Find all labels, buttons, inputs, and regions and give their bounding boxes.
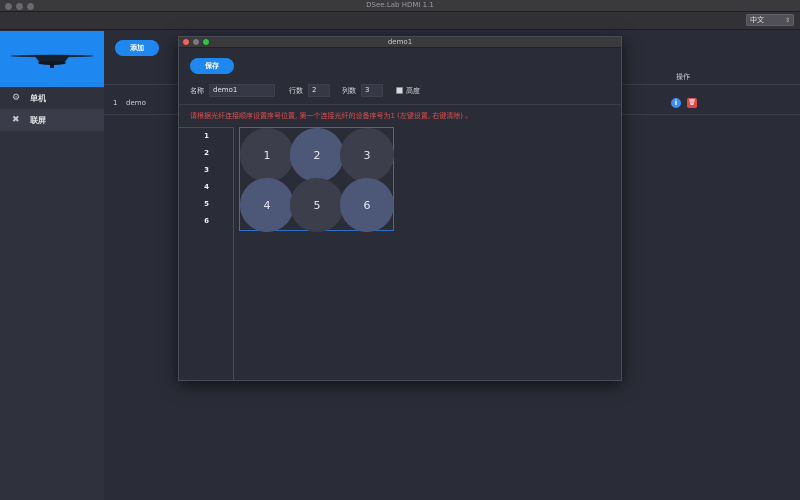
divider: [179, 104, 621, 105]
dialog-titlebar: demo1: [179, 37, 621, 48]
save-button[interactable]: 保存: [190, 58, 234, 74]
screen-logo-icon: [10, 54, 94, 68]
delete-icon[interactable]: 🗑: [687, 98, 697, 108]
highlight-checkbox[interactable]: [396, 87, 403, 94]
toolbar: 中文 ⇕: [0, 12, 800, 30]
sidebar-item-label: 单机: [30, 93, 46, 103]
index-list: 1 2 3 4 5 6: [179, 127, 234, 380]
grid-cell[interactable]: 4: [240, 178, 294, 232]
highlight-label: 高度: [406, 87, 420, 95]
index-item[interactable]: 5: [179, 200, 234, 208]
row-name: demo: [126, 99, 146, 107]
window-titlebar: DSee.Lab HDMI 1.1: [0, 0, 800, 12]
cols-input[interactable]: 3: [361, 84, 383, 97]
column-operations: 操作: [676, 73, 690, 81]
sidebar-item-multiscreen[interactable]: ✖ 联屏: [0, 109, 104, 131]
rows-label: 行数: [289, 87, 303, 95]
updown-chevron-icon: ⇕: [784, 17, 790, 24]
sidebar-item-single[interactable]: ⚙ 单机: [0, 87, 104, 109]
row-index: 1: [113, 99, 118, 107]
grid-cell[interactable]: 3: [340, 128, 394, 182]
grid-cell[interactable]: 5: [290, 178, 344, 232]
language-select[interactable]: 中文 ⇕: [746, 14, 794, 26]
grid-cell[interactable]: 2: [290, 128, 344, 182]
app-logo: [0, 31, 104, 87]
tools-icon: ✖: [12, 115, 20, 125]
index-item[interactable]: 1: [179, 132, 234, 140]
index-item[interactable]: 3: [179, 166, 234, 174]
index-item[interactable]: 4: [179, 183, 234, 191]
grid-cell[interactable]: 1: [240, 128, 294, 182]
rows-input[interactable]: 2: [308, 84, 330, 97]
window-title: DSee.Lab HDMI 1.1: [366, 1, 434, 9]
gear-icon: ⚙: [12, 93, 21, 103]
info-icon[interactable]: i: [671, 98, 681, 108]
add-button[interactable]: 添加: [115, 40, 159, 56]
hint-text: 请根据光纤连接顺序设置序号位置, 第一个连接光纤的设备序号为1 (左键设置, 右…: [190, 112, 473, 120]
index-item[interactable]: 2: [179, 149, 234, 157]
dialog-title: demo1: [387, 38, 413, 46]
sidebar-item-label: 联屏: [30, 115, 46, 125]
screen-grid: 1 2 3 4 5 6: [239, 127, 394, 232]
grid-cell[interactable]: 6: [340, 178, 394, 232]
demo-dialog: demo1 保存 名称 demo1 行数 2 列数 3 高度 请根据光纤连接顺序…: [178, 36, 622, 381]
name-input[interactable]: demo1: [209, 84, 275, 97]
name-label: 名称: [190, 87, 204, 95]
sidebar: ⚙ 单机 ✖ 联屏: [0, 31, 104, 500]
cols-label: 列数: [342, 87, 356, 95]
language-value: 中文: [750, 16, 764, 24]
index-item[interactable]: 6: [179, 217, 234, 225]
